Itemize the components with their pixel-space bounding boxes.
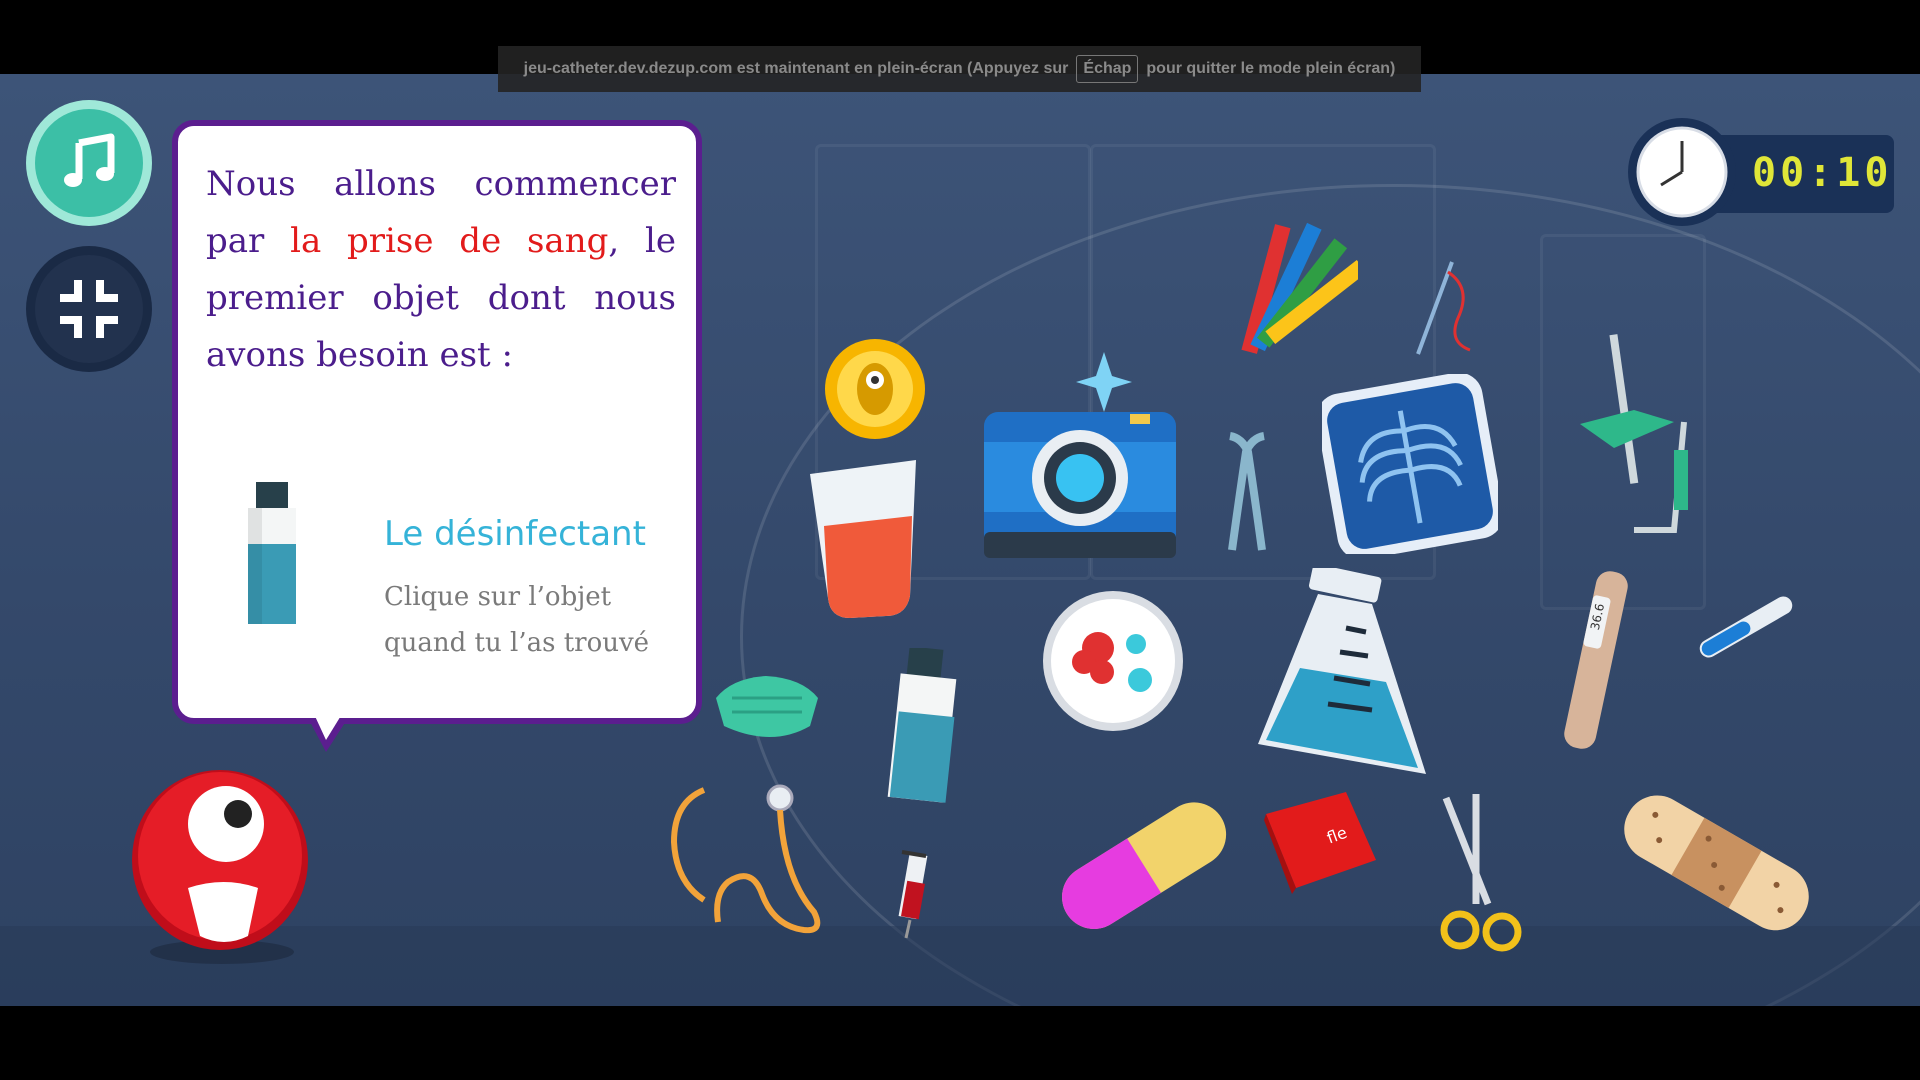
fullscreen-notice-suffix: pour quitter le mode plein écran) (1146, 60, 1396, 77)
exit-fullscreen-button[interactable] (26, 246, 152, 372)
escape-key-badge: Échap (1076, 55, 1139, 83)
instruction-highlight: la prise de sang (290, 221, 609, 261)
exit-fullscreen-icon (60, 280, 118, 338)
target-item-name: Le désinfectant (384, 514, 646, 554)
erlenmeyer-flask-item[interactable] (1254, 568, 1430, 784)
capsule-pill-item[interactable] (1046, 780, 1240, 948)
petri-dish-item[interactable] (1040, 588, 1186, 734)
face-mask-item[interactable] (712, 668, 822, 748)
red-book-item[interactable]: fle (1262, 784, 1380, 894)
instruction-bubble: Nous allons commencer par la prise de sa… (172, 120, 702, 724)
bubble-tail (308, 714, 348, 752)
red-monster-mascot (132, 770, 308, 964)
fullscreen-notice-prefix: jeu-catheter.dev.dezup.com est maintenan… (523, 60, 1069, 77)
gold-coin-item[interactable] (822, 336, 928, 442)
suture-needle-item[interactable] (1412, 258, 1478, 358)
test-tube-item[interactable] (1688, 584, 1808, 670)
disinfectant-target-icon (248, 482, 296, 624)
scissors-item[interactable] (1436, 794, 1526, 960)
music-note-icon (64, 133, 115, 187)
beaker-item[interactable] (806, 456, 926, 620)
dental-forceps-item[interactable] (1212, 432, 1282, 552)
clock-icon (1628, 118, 1736, 226)
camera-item[interactable] (980, 352, 1180, 558)
chest-xray-item[interactable] (1322, 374, 1498, 554)
timer-display: 00:10 (1752, 150, 1893, 196)
syringe-item[interactable] (888, 836, 938, 940)
stethoscope-item[interactable] (664, 782, 828, 938)
instruction-text: Nous allons commencer par la prise de sa… (206, 156, 676, 384)
bandage-item[interactable] (1610, 774, 1824, 950)
music-toggle-button[interactable] (26, 100, 152, 226)
fullscreen-notice: jeu-catheter.dev.dezup.com est maintenan… (498, 46, 1421, 92)
colored-pencils-item[interactable] (1228, 204, 1358, 370)
disinfectant-bottle-item[interactable] (880, 648, 964, 804)
hint-text: Clique sur l’objet quand tu l’as trouvé (384, 582, 650, 658)
butterfly-needle-item[interactable] (1574, 330, 1724, 550)
thermometer-item[interactable]: 36.6 (1552, 566, 1636, 762)
